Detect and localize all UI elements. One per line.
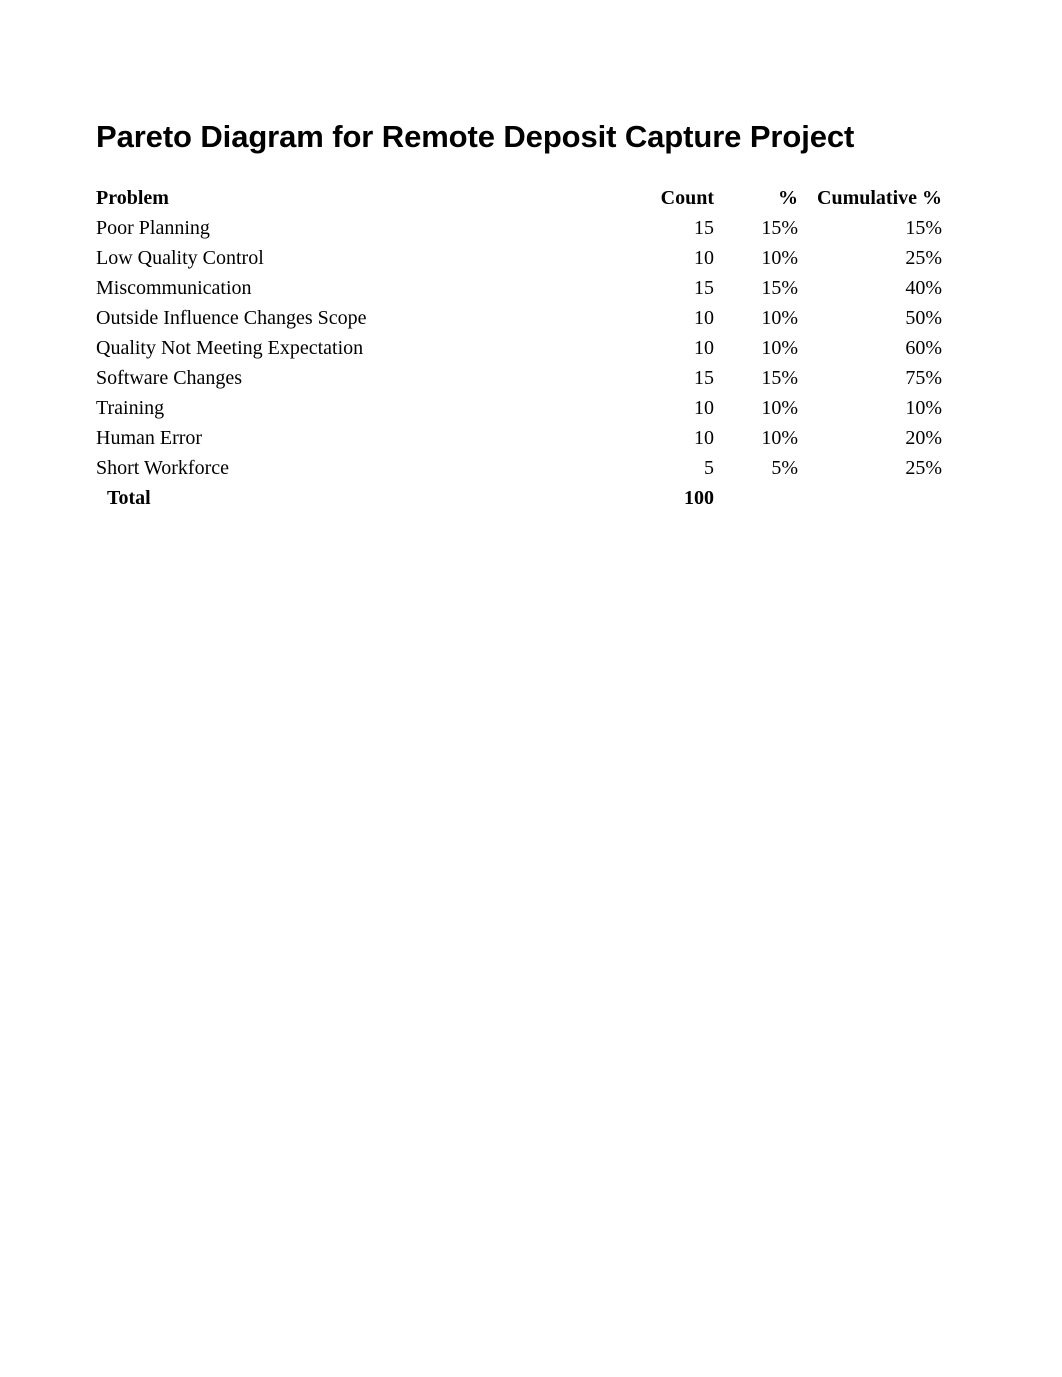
page-title: Pareto Diagram for Remote Deposit Captur… (96, 119, 855, 154)
cell-percent: 10% (761, 337, 798, 359)
table-row: Low Quality Control 10 10% 25% (96, 243, 942, 273)
document-page: Pareto Diagram for Remote Deposit Captur… (0, 0, 1062, 1377)
cell-percent: 10% (761, 307, 798, 329)
cell-count: 5 (704, 457, 714, 479)
cell-percent: 15% (761, 217, 798, 239)
cell-cumulative: 60% (905, 337, 942, 359)
cell-cumulative: 25% (905, 457, 942, 479)
cell-count: 10 (694, 247, 714, 269)
cell-problem: Poor Planning (96, 217, 210, 239)
table-row: Miscommunication 15 15% 40% (96, 273, 942, 303)
cell-percent: 15% (761, 367, 798, 389)
cell-problem: Short Workforce (96, 457, 229, 479)
cell-percent: 10% (761, 397, 798, 419)
cell-problem: Human Error (96, 427, 203, 449)
cell-percent: 10% (761, 427, 798, 449)
table-row: Training 10 10% 10% (96, 393, 942, 423)
table-row: Poor Planning 15 15% 15% (96, 213, 942, 243)
cell-count: 15 (694, 277, 714, 299)
column-header-percent: % (778, 187, 798, 209)
total-label: Total (107, 487, 151, 509)
cell-cumulative: 75% (905, 367, 942, 389)
total-cumulative (798, 483, 942, 513)
cell-problem: Quality Not Meeting Expectation (96, 337, 364, 359)
document-body: Pareto Diagram for Remote Deposit Captur… (96, 118, 942, 513)
cell-cumulative: 15% (905, 217, 942, 239)
total-percent (714, 483, 798, 513)
table-row: Quality Not Meeting Expectation 10 10% 6… (96, 333, 942, 363)
cell-problem: Miscommunication (96, 277, 252, 299)
cell-percent: 5% (771, 457, 798, 479)
pareto-table: Problem Count % Cumulative % Poor Planni… (96, 183, 942, 513)
table-row: Outside Influence Changes Scope 10 10% 5… (96, 303, 942, 333)
table-body: Poor Planning 15 15% 15% Low Quality Con… (96, 213, 942, 513)
cell-problem: Outside Influence Changes Scope (96, 307, 367, 329)
table-header-row: Problem Count % Cumulative % (96, 183, 942, 213)
cell-problem: Low Quality Control (96, 247, 264, 269)
cell-count: 10 (694, 397, 714, 419)
cell-percent: 10% (761, 247, 798, 269)
cell-cumulative: 20% (905, 427, 942, 449)
table-row: Short Workforce 5 5% 25% (96, 453, 942, 483)
cell-cumulative: 40% (905, 277, 942, 299)
total-count: 100 (684, 487, 714, 509)
table-row: Human Error 10 10% 20% (96, 423, 942, 453)
column-header-count: Count (660, 187, 714, 209)
table-header: Problem Count % Cumulative % (96, 183, 942, 213)
column-header-cumulative: Cumulative % (817, 187, 942, 209)
cell-problem: Software Changes (96, 367, 243, 389)
table-total-row: Total 100 (96, 483, 942, 513)
cell-cumulative: 25% (905, 247, 942, 269)
cell-percent: 15% (761, 277, 798, 299)
cell-count: 15 (694, 367, 714, 389)
cell-count: 15 (694, 217, 714, 239)
table-row: Software Changes 15 15% 75% (96, 363, 942, 393)
cell-count: 10 (694, 337, 714, 359)
cell-cumulative: 50% (905, 307, 942, 329)
cell-cumulative: 10% (905, 397, 942, 419)
cell-count: 10 (694, 307, 714, 329)
column-header-problem: Problem (96, 187, 169, 209)
cell-problem: Training (96, 397, 165, 419)
cell-count: 10 (694, 427, 714, 449)
